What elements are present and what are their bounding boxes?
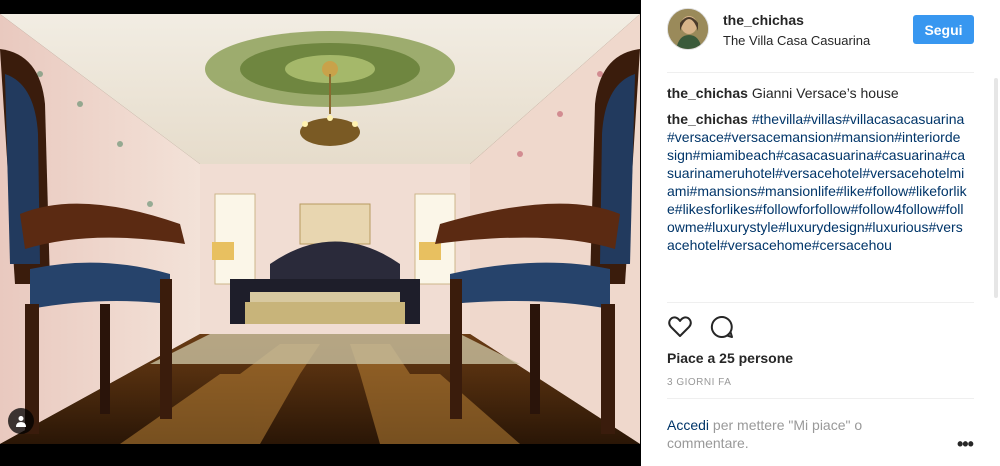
user-tag-icon[interactable] (8, 408, 34, 434)
heart-icon[interactable] (667, 314, 693, 340)
login-link[interactable]: Accedi (667, 417, 709, 433)
caption: the_chichas Gianni Versace’s house (667, 84, 967, 102)
divider (667, 72, 974, 73)
comments-list[interactable]: the_chichas Gianni Versace’s house the_c… (667, 84, 967, 302)
location-link[interactable]: The Villa Casa Casuarina (723, 33, 870, 48)
comments-scrollbar[interactable] (994, 78, 998, 298)
divider (667, 398, 974, 399)
divider (667, 302, 974, 303)
caption-username[interactable]: the_chichas (667, 85, 748, 101)
hashtags-comment: the_chichas #thevilla#villas#villacasaca… (667, 110, 967, 254)
likes-count[interactable]: Piace a 25 persone (667, 350, 793, 366)
avatar[interactable] (667, 8, 709, 50)
login-prompt: Accedi per mettere "Mi piace" o commenta… (667, 416, 927, 452)
post-actions (667, 314, 735, 340)
post-header: the_chichas The Villa Casa Casuarina Seg… (641, 0, 1000, 58)
more-options-icon[interactable]: ••• (957, 434, 974, 455)
hashtags-text[interactable]: #thevilla#villas#villacasacasuarina #ver… (667, 111, 967, 253)
follow-button[interactable]: Segui (913, 15, 974, 44)
username[interactable]: the_chichas (723, 12, 804, 28)
post-timestamp[interactable]: 3 GIORNI FA (667, 377, 731, 388)
post-sidebar: the_chichas The Villa Casa Casuarina Seg… (641, 0, 1000, 466)
instagram-post: the_chichas The Villa Casa Casuarina Seg… (0, 0, 1000, 466)
caption-text: Gianni Versace’s house (751, 85, 899, 101)
post-photo[interactable] (0, 14, 640, 444)
hashtags-username[interactable]: the_chichas (667, 111, 748, 127)
comment-icon[interactable] (709, 314, 735, 340)
